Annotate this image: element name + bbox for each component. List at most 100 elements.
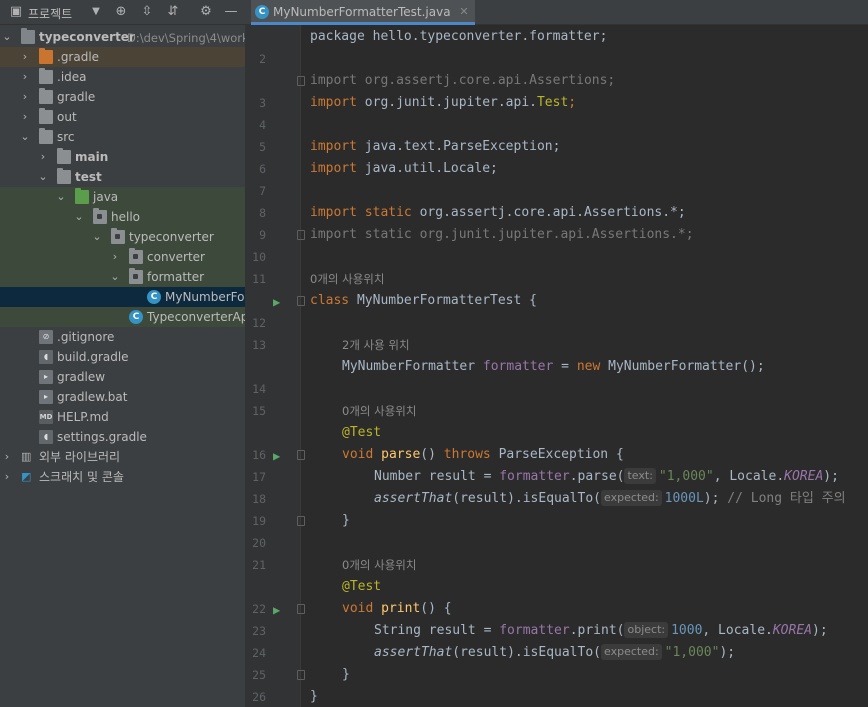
param-hint: expected: <box>601 490 662 506</box>
chevron-down-icon[interactable]: ⌄ <box>91 229 103 245</box>
panel-title[interactable]: 프로젝트 <box>28 5 72 22</box>
code-text: MyNumberFormatterTest { <box>356 293 537 308</box>
code-keyword: import <box>310 73 357 88</box>
code-keyword: class <box>310 293 350 308</box>
minimize-icon[interactable]: — <box>223 4 239 20</box>
chevron-down-icon[interactable]: ⌄ <box>55 189 67 205</box>
code-text: () { <box>420 601 452 616</box>
tree-item-test[interactable]: ⌄ test <box>0 167 245 187</box>
tree-item-help-md[interactable]: MD HELP.md <box>0 407 245 427</box>
gradle-elephant-icon: ◖ <box>39 430 53 444</box>
code-keyword: void <box>342 601 374 616</box>
line-number: 25 <box>252 668 266 682</box>
tree-item-typeconverter-pkg[interactable]: ⌄ typeconverter <box>0 227 245 247</box>
code-line-9: import static org.assertj.core.api.Asser… <box>310 202 686 224</box>
tree-label: 스크래치 및 콘솔 <box>39 470 124 484</box>
tree-item-selected-file[interactable]: C MyNumberFormatterTest <box>0 287 245 307</box>
usages-hint[interactable]: 0개의 사용위치 <box>310 271 384 287</box>
tree-item-java[interactable]: ⌄ java <box>0 187 245 207</box>
chevron-right-icon[interactable]: › <box>19 69 31 85</box>
line-number: 15 <box>252 404 266 418</box>
project-view-icon[interactable]: ▣ <box>8 4 24 20</box>
param-hint: expected: <box>601 644 662 660</box>
tree-label: HELP.md <box>57 410 109 424</box>
tree-item-gradle-dir[interactable]: › .gradle <box>0 47 245 67</box>
code-editor[interactable]: 2 3 4 5 6 7 8 9 10 11 12 13 14 15 16 17 … <box>245 25 868 707</box>
code-method: parse <box>381 447 421 462</box>
code-method: print <box>381 601 421 616</box>
fold-marker-icon[interactable] <box>297 296 305 306</box>
tree-item-gitignore[interactable]: ⊘ .gitignore <box>0 327 245 347</box>
tree-label: converter <box>147 250 205 264</box>
tree-item-out[interactable]: › out <box>0 107 245 127</box>
tree-item-idea-dir[interactable]: › .idea <box>0 67 245 87</box>
chevron-down-icon[interactable]: ⌄ <box>73 209 85 225</box>
code-line-10: import static org.junit.jupiter.api.Asse… <box>310 224 694 246</box>
code-text: String result = <box>374 623 500 638</box>
run-test-icon[interactable]: ▶ <box>273 449 287 463</box>
code-text: ); <box>703 491 720 506</box>
code-keyword: import <box>310 95 357 110</box>
chevron-down-icon[interactable]: ▼ <box>88 4 104 20</box>
chevron-down-icon[interactable]: ⌄ <box>109 269 121 285</box>
tree-item-settings-gradle[interactable]: ◖ settings.gradle <box>0 427 245 447</box>
code-field: formatter <box>482 359 554 374</box>
fold-marker-icon[interactable] <box>297 76 305 86</box>
tree-item-build-gradle[interactable]: ◖ build.gradle <box>0 347 245 367</box>
code-keyword: import <box>310 161 357 176</box>
tree-item-app-test[interactable]: C TypeconverterApplicationTests <box>0 307 245 327</box>
tree-item-gradlew[interactable]: ▸ gradlew <box>0 367 245 387</box>
code-text: , Locale. <box>713 469 785 484</box>
tree-item-gradlew-bat[interactable]: ▸ gradlew.bat <box>0 387 245 407</box>
script-file-icon: ▸ <box>39 370 53 384</box>
locate-icon[interactable]: ⊕ <box>113 4 129 20</box>
usages-hint[interactable]: 2개 사용 위치 <box>342 337 410 353</box>
chevron-right-icon[interactable]: › <box>19 109 31 125</box>
chevron-right-icon[interactable]: › <box>1 469 13 485</box>
tree-item-src[interactable]: ⌄ src <box>0 127 245 147</box>
collapse-all-icon[interactable]: ⇵ <box>165 4 181 20</box>
chevron-right-icon[interactable]: › <box>19 89 31 105</box>
code-text: , Locale. <box>702 623 773 638</box>
chevron-down-icon[interactable]: ⌄ <box>19 129 31 145</box>
code-keyword: void <box>342 447 374 462</box>
code-line-19: assertThat(result).isEqualTo(expected: 10… <box>374 488 846 510</box>
code-field: formatter <box>499 623 570 638</box>
package-icon <box>129 248 143 264</box>
fold-marker-icon[interactable] <box>297 230 305 240</box>
line-number: 26 <box>252 690 266 704</box>
fold-marker-icon[interactable] <box>297 670 305 680</box>
close-icon[interactable]: ✕ <box>459 5 468 18</box>
line-number: 8 <box>259 206 266 220</box>
package-icon <box>129 268 143 284</box>
tree-item-main[interactable]: › main <box>0 147 245 167</box>
code-text: = <box>553 359 577 374</box>
tree-item-gradle[interactable]: › gradle <box>0 87 245 107</box>
tab-my-number-formatter-test[interactable]: C MyNumberFormatterTest.java ✕ <box>251 0 475 25</box>
package-icon <box>93 208 107 224</box>
gear-icon[interactable]: ⚙ <box>198 4 214 20</box>
chevron-down-icon[interactable]: ⌄ <box>37 169 49 185</box>
tree-item-converter[interactable]: › converter <box>0 247 245 267</box>
fold-marker-icon[interactable] <box>297 604 305 614</box>
chevron-right-icon[interactable]: › <box>109 249 121 265</box>
expand-all-icon[interactable]: ⇳ <box>139 4 155 20</box>
chevron-right-icon[interactable]: › <box>37 149 49 165</box>
code-field: KOREA <box>784 469 824 484</box>
usages-hint[interactable]: 0개의 사용위치 <box>342 403 416 419</box>
tree-item-external-libraries[interactable]: › ▥ 외부 라이브러리 <box>0 447 245 467</box>
tree-item-scratches[interactable]: › ◩ 스크래치 및 콘솔 <box>0 467 245 487</box>
tree-item-root[interactable]: ⌄ typeconverter D:\dev\Spring\4\workspac… <box>0 27 245 47</box>
chevron-down-icon[interactable]: ⌄ <box>1 29 13 45</box>
run-test-icon[interactable]: ▶ <box>273 295 287 309</box>
chevron-right-icon[interactable]: › <box>1 449 13 465</box>
tree-item-formatter[interactable]: ⌄ formatter <box>0 267 245 287</box>
fold-marker-icon[interactable] <box>297 516 305 526</box>
usages-hint[interactable]: 0개의 사용위치 <box>342 557 416 573</box>
line-number: 20 <box>252 536 266 550</box>
run-test-icon[interactable]: ▶ <box>273 603 287 617</box>
line-number: 16 <box>252 448 266 462</box>
chevron-right-icon[interactable]: › <box>19 49 31 65</box>
fold-marker-icon[interactable] <box>297 450 305 460</box>
tree-item-hello[interactable]: ⌄ hello <box>0 207 245 227</box>
